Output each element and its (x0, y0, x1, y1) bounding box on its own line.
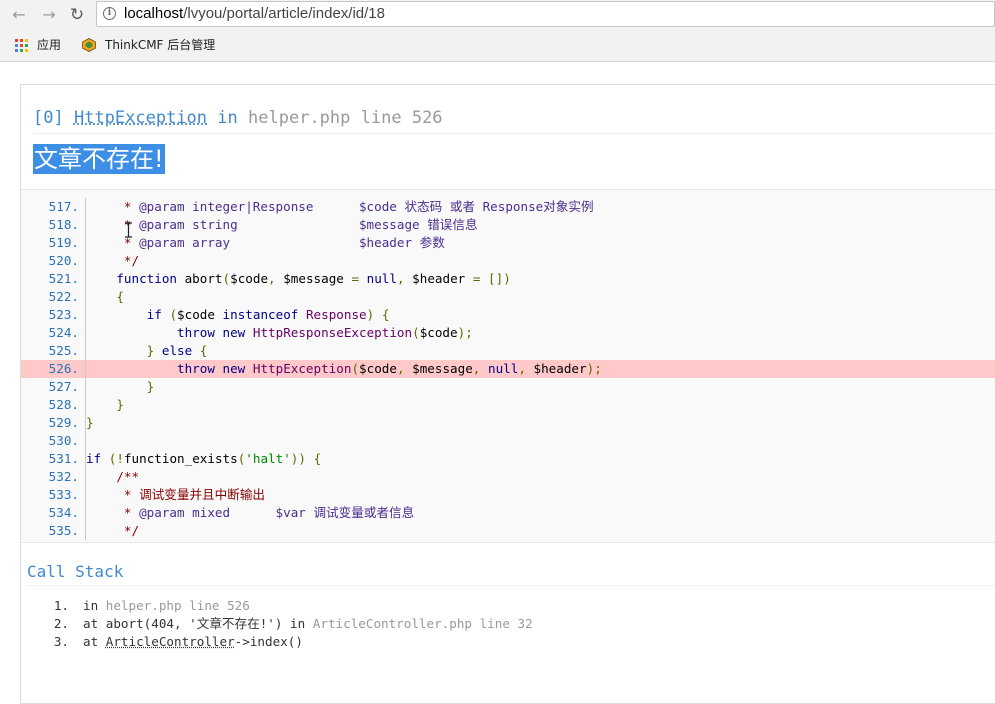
line-number: 532. (48, 469, 79, 484)
stack-number: 1. (53, 598, 69, 613)
exception-class[interactable]: HttpException (74, 108, 207, 128)
back-arrow-icon[interactable]: ← (8, 4, 30, 26)
stack-number: 2. (53, 616, 69, 631)
text-cursor-icon (125, 222, 132, 238)
forward-arrow-icon[interactable]: → (38, 4, 60, 26)
code-text: throw new HttpException($code, $message,… (177, 361, 602, 376)
line-number: 522. (48, 289, 79, 304)
line-number: 518. (48, 217, 79, 232)
call-stack-title: Call Stack (27, 562, 124, 581)
code-text: } else { (146, 343, 208, 358)
line-number: 535. (48, 523, 79, 538)
line-number: 529. (48, 415, 79, 430)
code-text: /** (86, 469, 140, 484)
exception-index: [0] (33, 108, 64, 128)
stack-text: in helper.php line 526 (83, 598, 250, 613)
code-text: */ (86, 253, 140, 268)
call-stack-divider (27, 585, 995, 586)
code-line: 530. (21, 432, 995, 450)
line-number: 527. (48, 379, 79, 394)
code-line: 534. * @param mixed $var 调试变量或者信息 (21, 504, 995, 522)
line-number: 517. (48, 199, 79, 214)
line-number: 525. (48, 343, 79, 358)
exception-panel: [0] HttpException in helper.php line 526… (20, 84, 995, 704)
line-number: 526. (48, 361, 79, 376)
code-line: 533. * 调试变量并且中断输出 (21, 486, 995, 504)
code-line: 529.} (21, 414, 995, 432)
code-text: } (86, 415, 94, 430)
stack-text: at abort(404, '文章不存在!') in ArticleContro… (83, 616, 533, 631)
code-line: 519. * @param array $header 参数 (21, 234, 995, 252)
code-text: throw new HttpResponseException($code); (177, 325, 473, 340)
code-text: } (116, 397, 124, 412)
code-text: } (146, 379, 155, 394)
header-divider (33, 133, 995, 134)
code-text: if (!function_exists('halt')) { (86, 451, 322, 466)
bookmark-thinkcmf[interactable]: ThinkCMF 后台管理 (105, 37, 218, 53)
code-line: 525. } else { (21, 342, 995, 360)
line-number: 531. (48, 451, 79, 466)
exception-line-word: line (360, 108, 402, 128)
code-line: 531. if (!function_exists('halt')) { (21, 450, 995, 468)
exception-line: 526 (411, 108, 443, 128)
gutter-border (85, 432, 86, 450)
line-number: 521. (48, 271, 79, 286)
line-number: 530. (48, 433, 79, 448)
code-line: 524. throw new HttpResponseException($co… (21, 324, 995, 342)
stack-location: helper.php line 526 (105, 598, 250, 613)
exception-header: [0] HttpException in helper.php line 526… (21, 85, 995, 189)
stack-location: ArticleController.php line 32 (312, 616, 533, 631)
code-line: 527. } (21, 378, 995, 396)
code-line: 521. function abort($code, $message = nu… (21, 270, 995, 288)
line-number: 519. (48, 235, 79, 250)
line-number: 528. (48, 397, 79, 412)
exception-file: helper.php (248, 108, 351, 128)
line-number: 520. (48, 253, 79, 268)
code-text: */ (86, 523, 140, 538)
exception-message: 文章不存在! (33, 144, 165, 174)
line-number: 523. (48, 307, 79, 322)
code-text: * 调试变量并且中断输出 (86, 487, 266, 502)
reload-icon[interactable]: ↻ (66, 4, 88, 26)
exception-title: [0] HttpException in helper.php line 526 (33, 106, 443, 130)
bookmarks-bar: 应用 ThinkCMF 后台管理 (0, 30, 995, 62)
code-line: 532. /** (21, 468, 995, 486)
url-host: localhost (124, 5, 184, 22)
code-line: 528. } (21, 396, 995, 414)
code-text: { (116, 289, 124, 304)
code-line-error: 526. throw new HttpException($code, $mes… (21, 360, 995, 378)
address-bar[interactable]: i localhost/lvyou/portal/article/index/i… (96, 1, 995, 27)
apps-grid-icon[interactable] (15, 39, 28, 52)
code-text: * @param mixed $var 调试变量或者信息 (86, 505, 415, 520)
code-line: 535. */ (21, 522, 995, 540)
code-text: if ($code instanceof Response) { (146, 307, 390, 322)
url-path: /lvyou/portal/article/index/id/18 (183, 5, 385, 22)
code-text: * @param integer|Response $code 状态码 或者 R… (86, 199, 594, 214)
thinkcmf-logo-icon (82, 38, 96, 52)
code-text: * @param array $header 参数 (86, 235, 445, 250)
code-text: function abort($code, $message = null, $… (116, 271, 511, 286)
exception-in: in (217, 108, 238, 128)
stack-number: 3. (53, 634, 69, 649)
code-line: 517. * @param integer|Response $code 状态码… (21, 198, 995, 216)
browser-toolbar: ← → ↻ i localhost/lvyou/portal/article/i… (0, 0, 995, 30)
stack-class[interactable]: ArticleController (106, 634, 235, 649)
code-text: * @param string $message 错误信息 (86, 217, 478, 232)
line-number: 534. (48, 505, 79, 520)
bookmark-apps[interactable]: 应用 (37, 37, 61, 53)
code-line: 520. */ (21, 252, 995, 270)
code-line: 518. * @param string $message 错误信息 (21, 216, 995, 234)
line-number: 524. (48, 325, 79, 340)
code-line: 522. { (21, 288, 995, 306)
line-number: 533. (48, 487, 79, 502)
source-code: 517. * @param integer|Response $code 状态码… (21, 189, 995, 543)
code-line: 523. if ($code instanceof Response) { (21, 306, 995, 324)
stack-text: at ArticleController->index() (83, 634, 303, 649)
url-text[interactable]: localhost/lvyou/portal/article/index/id/… (124, 4, 385, 24)
info-icon[interactable]: i (103, 7, 116, 20)
